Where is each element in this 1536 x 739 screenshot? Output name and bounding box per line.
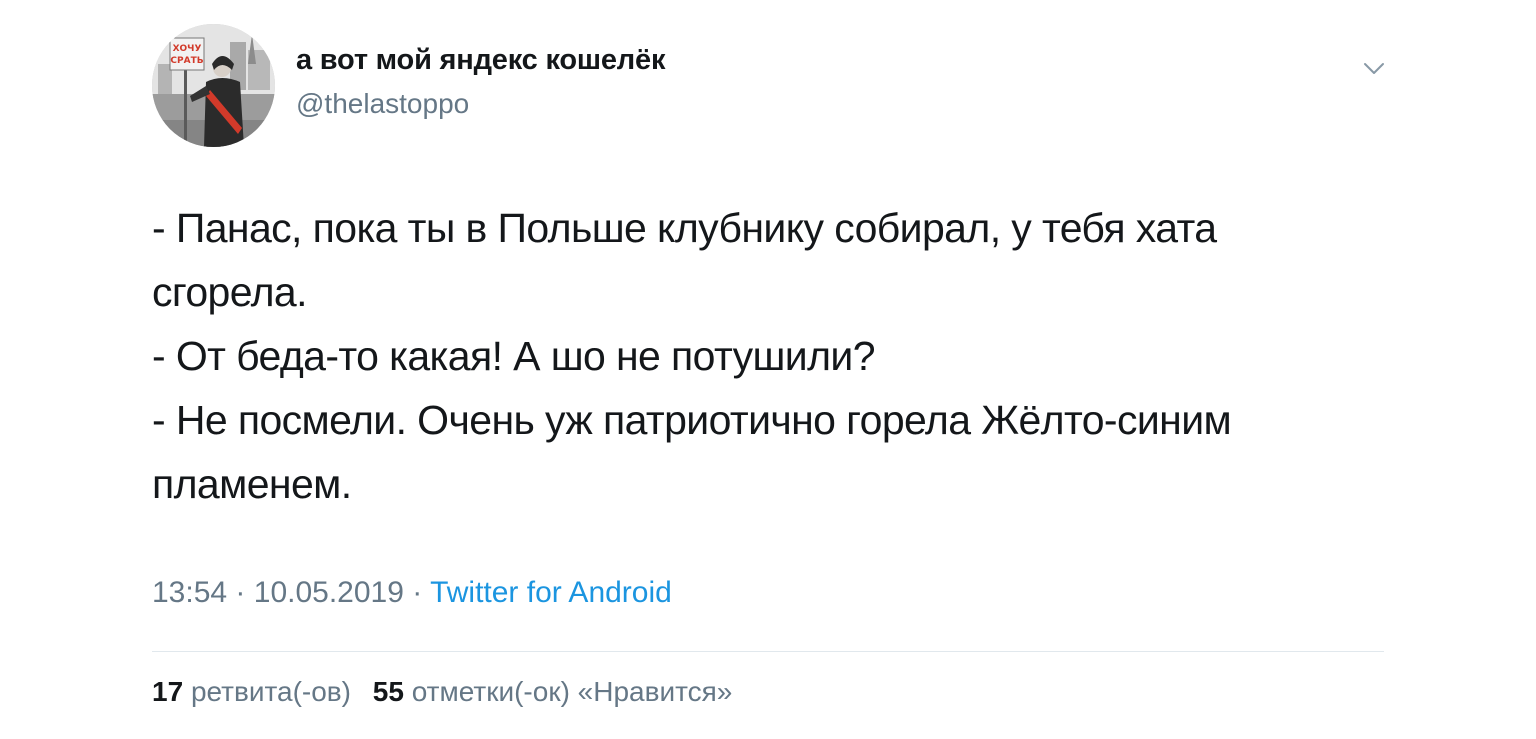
avatar-sign-text-2: СРАТЬ [170, 56, 203, 66]
tweet-text: - Панас, пока ты в Польше клубнику собир… [152, 196, 1402, 516]
avatar[interactable]: ХОЧУ СРАТЬ [152, 24, 275, 147]
user-display-name[interactable]: а вот мой яндекс кошелёк [296, 44, 665, 77]
tweet-metadata: 13:54 · 10.05.2019 · Twitter for Android [152, 576, 672, 610]
retweets-label: ретвита(-ов) [190, 676, 351, 707]
chevron-down-icon[interactable] [1360, 56, 1388, 80]
tweet-text-line: пламенем. [152, 461, 352, 507]
retweets-stat[interactable]: 17 ретвита(-ов) [152, 676, 351, 707]
tweet-source-link[interactable]: Twitter for Android [430, 576, 672, 609]
meta-separator: · [412, 576, 423, 609]
user-handle[interactable]: @thelastoppo [296, 88, 469, 120]
meta-separator: · [235, 576, 246, 609]
likes-label: отметки(-ок) «Нравится» [411, 676, 733, 707]
tweet-time[interactable]: 13:54 [152, 576, 227, 609]
tweet-text-line: сгорела. [152, 269, 308, 315]
tweet-text-line: - Не посмели. Очень уж патриотично горел… [152, 397, 1232, 443]
likes-count: 55 [372, 676, 404, 707]
divider [152, 651, 1384, 652]
tweet: ХОЧУ СРАТЬ а вот мой яндекс кошелёк @the… [0, 0, 1536, 739]
tweet-date[interactable]: 10.05.2019 [254, 576, 404, 609]
likes-stat[interactable]: 55 отметки(-ок) «Нравится» [373, 676, 733, 707]
tweet-text-line: - Панас, пока ты в Польше клубнику собир… [152, 205, 1217, 251]
avatar-image: ХОЧУ СРАТЬ [152, 24, 275, 147]
avatar-sign-text-1: ХОЧУ [173, 44, 202, 54]
tweet-stats: 17 ретвита(-ов) 55 отметки(-ок) «Нравитс… [152, 676, 746, 708]
retweets-count: 17 [152, 676, 184, 707]
tweet-text-line: - От беда-то какая! А шо не потушили? [152, 333, 876, 379]
